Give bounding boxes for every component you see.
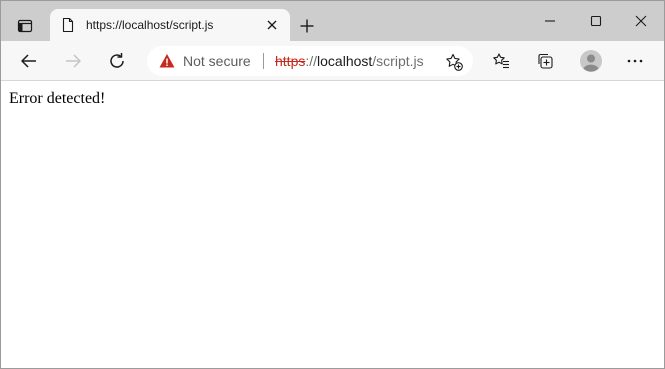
maximize-icon (590, 15, 602, 27)
address-bar[interactable]: Not secure https://localhost/script.js (147, 46, 473, 76)
back-arrow-icon (20, 52, 38, 70)
url-scheme: https (275, 53, 306, 69)
address-bar-divider (263, 53, 264, 69)
collections-button[interactable] (529, 45, 561, 77)
minimize-icon (544, 15, 556, 27)
browser-window: https://localhost/script.js Not secure h… (0, 0, 665, 369)
tab-actions-icon (17, 18, 33, 34)
tab-active[interactable]: https://localhost/script.js (50, 9, 290, 41)
new-tab-button[interactable] (293, 12, 321, 40)
favorites-list-icon (492, 52, 510, 70)
refresh-button[interactable] (101, 45, 133, 77)
close-window-button[interactable] (618, 1, 664, 41)
profile-button[interactable] (575, 45, 607, 77)
document-icon (60, 17, 76, 33)
url-path: /script.js (372, 53, 424, 69)
favorites-button[interactable] (485, 45, 517, 77)
page-content: Error detected! (1, 82, 664, 368)
more-dots-icon (626, 52, 644, 70)
profile-avatar-icon (579, 49, 603, 73)
tab-close-button[interactable] (264, 17, 280, 33)
plus-icon (299, 18, 315, 34)
url-separator: :// (305, 53, 318, 69)
tab-actions-button[interactable] (9, 10, 41, 42)
minimize-button[interactable] (527, 1, 573, 41)
star-plus-icon[interactable] (445, 53, 463, 71)
tab-title: https://localhost/script.js (86, 18, 214, 32)
close-icon (267, 20, 277, 30)
security-status-label[interactable]: Not secure (183, 53, 251, 69)
maximize-button[interactable] (573, 1, 619, 41)
collections-icon (536, 52, 554, 70)
browser-toolbar: Not secure https://localhost/script.js (1, 41, 664, 81)
close-icon (635, 15, 647, 27)
forward-arrow-icon (64, 52, 82, 70)
forward-button[interactable] (57, 45, 89, 77)
settings-menu-button[interactable] (619, 45, 651, 77)
tab-strip: https://localhost/script.js (1, 1, 664, 41)
refresh-icon (108, 52, 126, 70)
warning-triangle-icon[interactable] (159, 53, 175, 69)
back-button[interactable] (13, 45, 45, 77)
url-host: localhost (317, 53, 373, 69)
error-message: Error detected! (9, 90, 106, 107)
url-text[interactable]: https://localhost/script.js (275, 53, 424, 69)
